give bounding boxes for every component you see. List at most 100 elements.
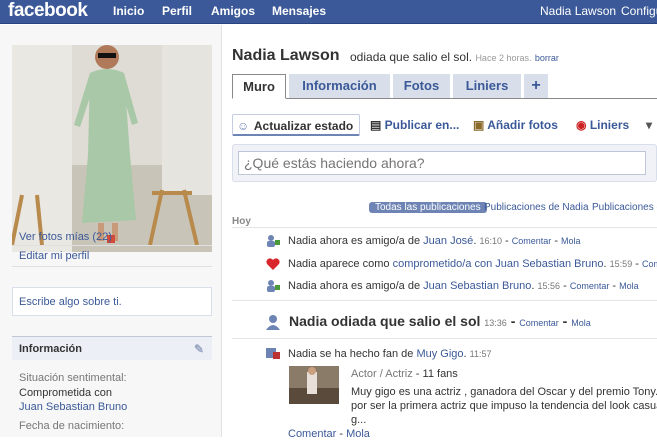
divider [12, 266, 212, 267]
relationship-value: Comprometida con [19, 387, 112, 399]
profile-name: Nadia Lawson [232, 47, 340, 64]
tab-informacion[interactable]: Información [289, 74, 390, 98]
user-icon: ☺ [237, 119, 250, 133]
filter-nadia[interactable]: Publicaciones de Nadia [484, 199, 589, 217]
relationship-link[interactable]: comprometido/a con Juan Sebastian Bruno [393, 258, 604, 270]
status-text: odiada que salio el sol. [350, 50, 473, 64]
story-text: Nadia se ha hecho fan de [288, 348, 414, 360]
publish-label: Publicar en... [384, 118, 460, 132]
comment-link[interactable]: Comentar [570, 281, 610, 291]
profile-tabs: Muro Información Fotos Liniers + [232, 74, 657, 99]
note-icon: ▤ [370, 118, 385, 132]
nav-mensajes[interactable]: Mensajes [272, 0, 326, 22]
top-navigation-bar: facebook Inicio Perfil Amigos Mensajes N… [0, 0, 657, 24]
comment-link[interactable]: Comentar [512, 236, 552, 246]
tab-fotos[interactable]: Fotos [393, 74, 450, 98]
nav-amigos[interactable]: Amigos [211, 0, 255, 22]
friend-link[interactable]: Juan José [423, 235, 473, 247]
like-link[interactable]: Mola [571, 318, 591, 328]
comment-link[interactable]: Comentar [288, 428, 336, 440]
page-thumbnail[interactable] [289, 366, 339, 404]
main-content: Nadia Lawson odiada que salio el sol. Ha… [232, 25, 657, 440]
info-box-header: Información ✎ [12, 336, 212, 360]
facebook-logo[interactable]: facebook [8, 0, 88, 22]
story-friend-2: Nadia ahora es amigo/a de Juan Sebastian… [288, 280, 639, 292]
divider [232, 227, 657, 228]
chevron-down-icon: ▾ [646, 118, 653, 132]
page-description-3: g... [351, 414, 367, 426]
pencil-icon[interactable]: ✎ [194, 342, 204, 356]
tab-liniers[interactable]: Liniers [453, 74, 521, 98]
story-text: Nadia aparece como [288, 258, 390, 270]
divider [232, 300, 657, 301]
filter-all[interactable]: Todas las publicaciones [369, 199, 487, 217]
photo-icon: ▣ [473, 118, 488, 132]
status-time: Hace 2 horas. [475, 53, 532, 63]
filter-others[interactable]: Publicaciones de [592, 199, 657, 217]
edit-profile-link[interactable]: Editar mi perfil [19, 250, 89, 262]
publisher-actions: ☺ Actualizar estado ▤ Publicar en... ▣ A… [232, 114, 657, 138]
heart-icon [265, 256, 281, 272]
page-meta: Actor / Actriz - 11 fans [351, 368, 458, 380]
divider [12, 245, 212, 246]
divider [232, 338, 657, 339]
comment-link[interactable]: Come [642, 259, 657, 269]
status-composer [232, 144, 657, 182]
more-actions-dropdown[interactable]: ▾ [646, 114, 652, 136]
page-description-1: Muy gigo es una actriz , ganadora del Os… [351, 386, 657, 398]
update-status-button[interactable]: ☺ Actualizar estado [232, 114, 361, 136]
add-photos-label: Añadir fotos [487, 118, 558, 132]
story-time: 16:10 [479, 236, 502, 246]
nav-settings[interactable]: Configu [621, 0, 657, 22]
story-fan-actions: Comentar - Mola [288, 428, 370, 440]
page-category: Actor / Actriz [351, 368, 413, 380]
add-photos-button[interactable]: ▣ Añadir fotos [473, 114, 558, 136]
update-status-label: Actualizar estado [253, 119, 354, 133]
view-photos-link[interactable]: Ver fotos mías (22) [19, 231, 112, 243]
rabbit-icon: ◉ [576, 118, 590, 132]
left-sidebar: Ver fotos mías (22) Editar mi perfil Esc… [0, 25, 222, 437]
nav-perfil[interactable]: Perfil [162, 0, 192, 22]
profile-status: odiada que salio el sol. Hace 2 horas. b… [350, 50, 559, 64]
publish-button[interactable]: ▤ Publicar en... [370, 114, 459, 136]
nav-user-name[interactable]: Nadia Lawson [540, 0, 616, 22]
page-fans: 11 fans [422, 368, 458, 380]
write-about-box[interactable]: Escribe algo sobre ti. [12, 287, 212, 316]
relationship-label: Situación sentimental: [19, 372, 127, 384]
status-input[interactable] [238, 151, 646, 175]
status-delete-link[interactable]: borrar [535, 53, 559, 63]
liniers-label: Liniers [589, 118, 630, 132]
birthday-label: Fecha de nacimiento: [19, 420, 125, 432]
story-time: 15:59 [609, 259, 633, 269]
liniers-app-button[interactable]: ◉ Liniers [576, 114, 629, 136]
like-link[interactable]: Mola [619, 281, 639, 291]
info-title: Información [19, 343, 82, 355]
friend-link[interactable]: Juan Sebastian Bruno [423, 280, 531, 292]
story-time: 15:56 [537, 281, 561, 291]
status-story-text: Nadia odiada que salio el sol [289, 313, 481, 329]
fan-page-icon [265, 345, 281, 361]
story-status: Nadia odiada que salio el sol 13:36 - Co… [289, 313, 591, 329]
friends-icon [265, 278, 281, 294]
day-heading: Hoy [232, 216, 251, 227]
profile-photo[interactable] [12, 45, 212, 252]
story-time: 13:36 [484, 318, 507, 328]
story-friend-1: Nadia ahora es amigo/a de Juan José. 16:… [288, 235, 581, 247]
relationship-partner-link[interactable]: Juan Sebastian Bruno [19, 401, 127, 413]
story-relationship: Nadia aparece como comprometido/a con Ju… [288, 258, 657, 270]
page-description-2: por ser la primera actriz que impuso la … [351, 400, 657, 412]
add-tab-button[interactable]: + [524, 74, 548, 98]
story-fan: Nadia se ha hecho fan de Muy Gigo. 11:57 [288, 348, 492, 360]
story-time: 11:57 [469, 349, 492, 359]
tab-muro[interactable]: Muro [232, 74, 286, 99]
nav-inicio[interactable]: Inicio [113, 0, 144, 22]
comment-link[interactable]: Comentar [519, 318, 559, 328]
like-link[interactable]: Mola [346, 428, 370, 440]
user-status-icon [265, 314, 281, 330]
filter-all-label: Todas las publicaciones [369, 202, 487, 213]
like-link[interactable]: Mola [561, 236, 581, 246]
page-link[interactable]: Muy Gigo [416, 348, 463, 360]
story-text: Nadia ahora es amigo/a de [288, 235, 421, 247]
friends-icon [265, 233, 281, 249]
story-text: Nadia ahora es amigo/a de [288, 280, 421, 292]
